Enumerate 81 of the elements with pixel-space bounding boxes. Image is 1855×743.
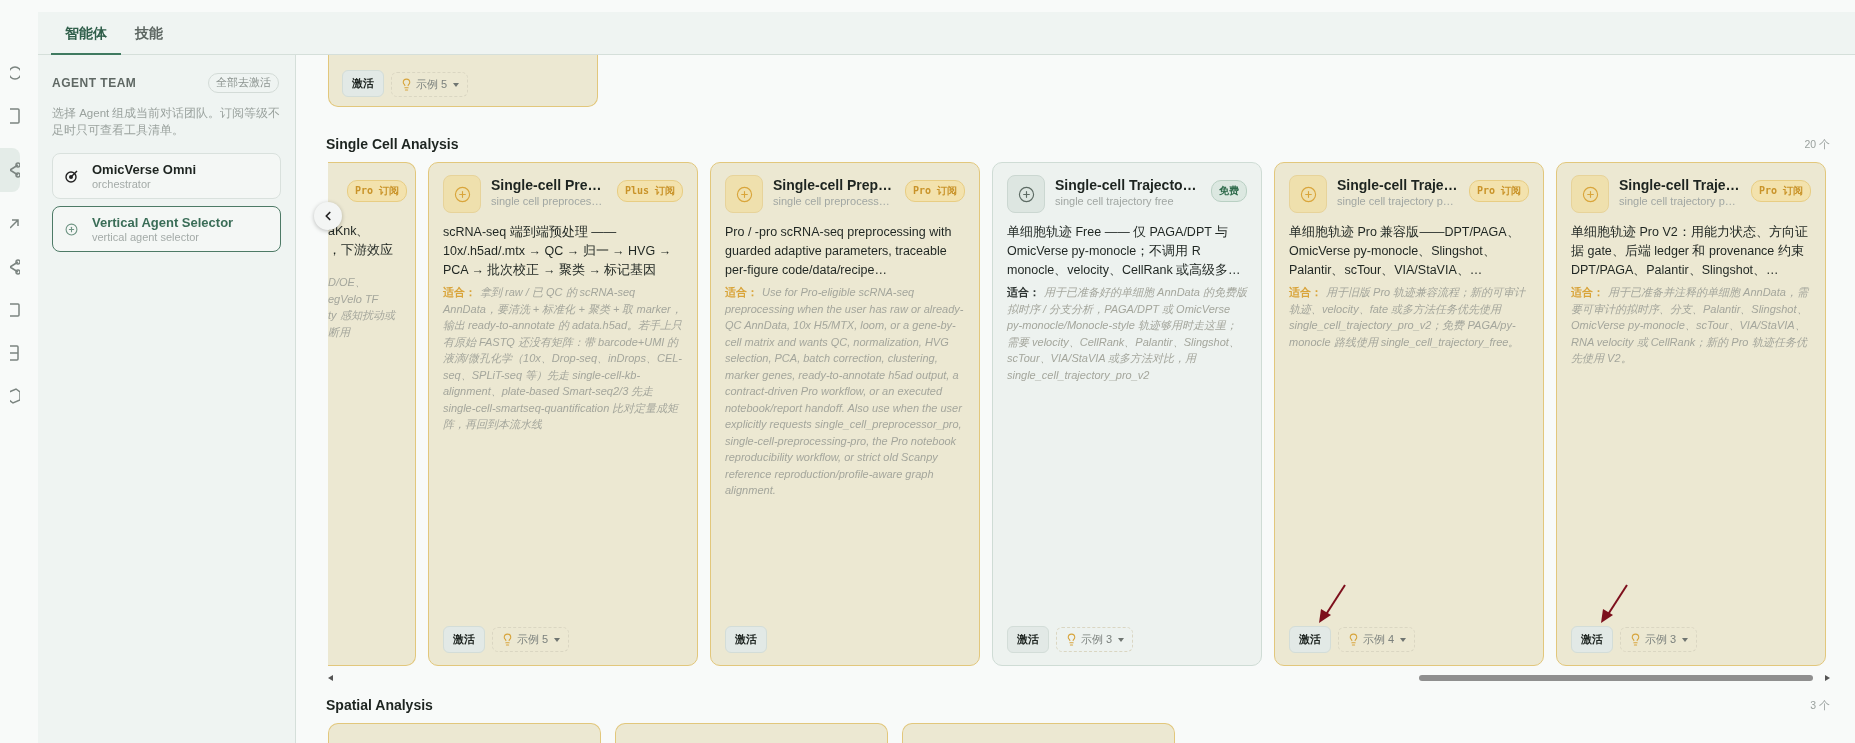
card-subtitle: single cell trajectory p… xyxy=(1619,195,1737,207)
card-description: 单细胞轨迹 Pro V2：用能力状态、方向证据 gate、后端 ledger 和 provenance 约束 DPT/PAGA、Palantir、Slingshot、… xyxy=(1571,224,1809,279)
card-description: scRNA-seq 端到端预处理 —— 10x/.h5ad/.mtx → QC → 归一 → HVG → PCA → 批次校正 → 聚类 → 标记基因 xyxy=(443,224,673,279)
lightbulb-icon xyxy=(501,633,514,646)
activate-button[interactable]: 激活 xyxy=(342,70,384,97)
card-subtitle: single cell preprocess… xyxy=(773,195,891,207)
activate-button[interactable]: 激活 xyxy=(443,626,485,653)
fit-note: 适合： Use for Pro-eligible scRNA-seq preprocessing when the user has raw or already-QC AnnData, 10x H5/MTX, loom, or a gene-by-cell matrix and wants QC, normalization, HVG selection, PCA, batch correction, clustering, marker genes, ready-to-annotate h5ad output, a contract-driven Pro workflow, or an executed notebook/report handoff. Also use when the user explicitly requests single_cell_preprocessor_pro, single-cell-preprocessing-pro, the Pro notebook reproducibility workflow, or strict old Scanpy reference reproduction/profile-aware graph alignment. xyxy=(725,285,965,498)
agent-name: Vertical Agent Selector xyxy=(92,215,234,230)
examples-button[interactable]: 示例 5 xyxy=(492,627,570,652)
agent-role: vertical agent selector xyxy=(92,231,200,243)
caret-icon xyxy=(453,82,460,87)
network-icon[interactable] xyxy=(10,259,20,275)
fit-fragment: egVelo TF xyxy=(328,291,380,307)
scrollbar-thumb[interactable] xyxy=(1419,674,1813,681)
lightbulb-icon xyxy=(1065,633,1078,646)
document-icon[interactable] xyxy=(10,108,20,124)
tier-badge: Pro 订阅 xyxy=(346,180,407,202)
network-icon[interactable] xyxy=(10,162,20,178)
tier-badge: Pro 订阅 xyxy=(1750,180,1811,202)
fit-note: 适合： 用于已准备好的单细胞 AnnData 的免费版拟时序 / 分支分析，PAGA/DPT 或 OmicVerse py-monocle/Monocle-style 轨迹够用时走这里；需要 velocity、CellRank、Palantir、Slingshot、scTour、VIA/StaVIA 或多方法对比，用 single_cell_trajectory_pro_v2 xyxy=(1007,285,1247,383)
card-description: 单细胞轨迹 Free —— 仅 PAGA/DPT 与 OmicVerse py-monocle；不调用 R monocle、velocity、CellRank 或高级多… xyxy=(1007,224,1242,279)
plus-circle-icon xyxy=(735,185,753,203)
card-title: Single-cell Trajecto… xyxy=(1055,177,1198,193)
fit-note: 适合： 用于已准备并注释的单细胞 AnnData，需要可审计的拟时序、分支、Palantir、Slingshot、OmicVerse py-monocle、scTour、VIA/StaVIA、RNA velocity 或 CellRank；新的 Pro 轨迹任务优先使用 V2。 xyxy=(1571,285,1810,366)
tier-badge: Plus 订阅 xyxy=(616,180,683,202)
caret-icon xyxy=(1400,637,1407,642)
agent-card[interactable]: Vertical Agent Selector vertical agent selector xyxy=(52,206,281,252)
section-title: Spatial Analysis xyxy=(326,697,433,713)
section-count: 20 个 xyxy=(1804,138,1830,152)
card-subtitle: single cell trajectory p… xyxy=(1337,195,1455,207)
fit-fragment: D/OE、 xyxy=(328,275,367,290)
panel-title: AGENT TEAM xyxy=(52,76,137,90)
tier-badge: 免费 xyxy=(1211,180,1247,202)
fit-note: 适合： 用于旧版 Pro 轨迹兼容流程；新的可审计轨迹、velocity、fate 或多方法任务优先使用 single_cell_trajectory_pro_v2；免费 PAGA/py-monocle 路线使用 single_cell_trajectory_free。 xyxy=(1289,285,1527,350)
plus-circle-icon xyxy=(1017,185,1035,203)
activate-button[interactable]: 激活 xyxy=(1289,626,1331,653)
scroll-left-arrow-icon[interactable] xyxy=(328,674,333,681)
activate-button[interactable]: 激活 xyxy=(725,626,767,653)
description-fragment: ，下游效应 xyxy=(328,242,394,259)
activate-button[interactable]: 激活 xyxy=(1007,626,1049,653)
plus-circle-icon xyxy=(453,185,471,203)
caret-icon xyxy=(1118,637,1125,642)
scroll-right-arrow-icon[interactable] xyxy=(1825,674,1830,681)
tier-badge: Pro 订阅 xyxy=(904,180,965,202)
box-icon[interactable] xyxy=(10,388,20,404)
panel-hint: 选择 Agent 组成当前对话团队。订阅等级不足时只可查看工具清单。 xyxy=(52,106,281,138)
description-fragment: aKnk、 xyxy=(328,223,371,240)
card-subtitle: single cell preproces… xyxy=(491,195,604,207)
card-description: 单细胞轨迹 Pro 兼容版——DPT/PAGA、OmicVerse py-monocle、Slingshot、Palantir、scTour、VIA/StaVIA、… xyxy=(1289,224,1521,279)
card-subtitle: single cell trajectory free xyxy=(1055,195,1175,207)
card-title: Single-cell Traje… xyxy=(1337,177,1459,193)
examples-button[interactable]: 示例 4 xyxy=(1338,627,1416,652)
document-icon[interactable] xyxy=(10,302,20,318)
card-title: Single-cell Pre… xyxy=(491,177,603,193)
card-title: Single-cell Prep… xyxy=(773,177,894,193)
examples-button[interactable]: 示例 3 xyxy=(1056,627,1134,652)
examples-button[interactable]: 示例 5 xyxy=(391,72,469,97)
caret-icon xyxy=(1682,637,1689,642)
activate-button[interactable]: 激活 xyxy=(1571,626,1613,653)
tab[interactable]: 技能 xyxy=(121,25,177,55)
card-title: Single-cell Traje… xyxy=(1619,177,1741,193)
plus-circle-icon xyxy=(1299,185,1317,203)
agent-card[interactable]: OmicVerse Omni orchestrator xyxy=(52,153,281,199)
section-count: 3 个 xyxy=(1810,699,1830,713)
target-icon xyxy=(65,169,78,183)
lightbulb-icon xyxy=(400,78,413,91)
card-description: Pro / -pro scRNA-seq preprocessing with guarded adaptive parameters, traceable per-figure code/data/recipe… xyxy=(725,224,953,279)
fit-note: 适合： 拿到 raw / 已 QC 的 scRNA-seq AnnData，要清洗 + 标准化 + 聚类 + 取 marker，输出 ready-to-annotate 的 adata.h5ad。若手上只有原始 FASTQ 还没有矩阵：带 barcode+UMI 的液滴/微孔化学（10x、Drop-seq、inDrops、CEL-seq、SPLiT-seq 等）先走 single-cell-kb-alignment、plate-based Smart-seq2/3 先走 single-cell-smartseq-quantification 比对定量成矩阵，再回到本流水线 xyxy=(443,285,683,432)
lightbulb-icon xyxy=(1629,633,1642,646)
fit-fragment: ty 感知扰动或 xyxy=(328,308,397,323)
tier-badge: Pro 订阅 xyxy=(1468,180,1529,202)
lightbulb-icon xyxy=(1347,633,1360,646)
agent-role: orchestrator xyxy=(92,178,152,190)
plus-circle-icon xyxy=(65,222,78,236)
caret-icon xyxy=(554,637,561,642)
plus-circle-icon xyxy=(1581,185,1599,203)
examples-button[interactable]: 示例 3 xyxy=(1620,627,1698,652)
agent-name: OmicVerse Omni xyxy=(92,162,197,177)
fit-fragment: 断用 xyxy=(328,324,352,340)
section-title: Single Cell Analysis xyxy=(326,136,459,152)
